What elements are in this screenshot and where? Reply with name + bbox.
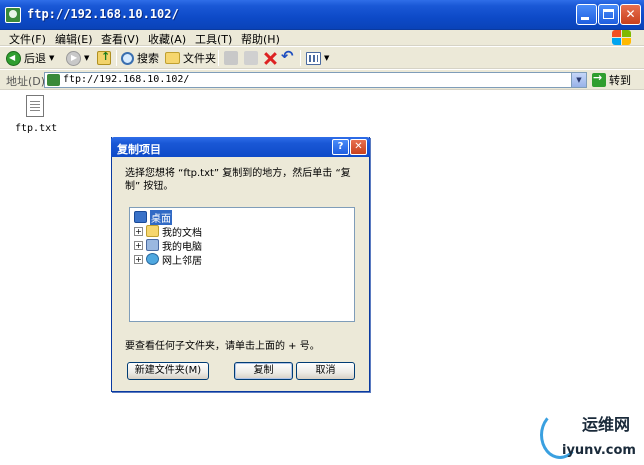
delete-icon: [263, 51, 277, 65]
forward-dropdown-icon[interactable]: ▼: [84, 54, 89, 62]
back-label: 后退: [24, 52, 46, 65]
close-button[interactable]: ✕: [620, 4, 641, 25]
network-places-icon: [146, 253, 159, 265]
ftp-folder-icon: [5, 7, 21, 23]
folder-icon: [165, 52, 180, 64]
dialog-title: 复制项目: [117, 143, 161, 156]
address-value[interactable]: ftp://192.168.10.102/: [63, 74, 189, 85]
expand-icon[interactable]: +: [134, 226, 143, 236]
go-button[interactable]: 转到: [592, 71, 631, 88]
copy-to-button[interactable]: [244, 50, 258, 66]
file-item[interactable]: ftp.txt: [15, 95, 58, 134]
tree-item-label: 我的电脑: [162, 241, 202, 253]
up-folder-icon: [97, 50, 111, 65]
minimize-icon: [581, 17, 589, 20]
copy-items-dialog: 复制项目 ? ✕ 选择您想将 “ftp.txt” 复制到的地方，然后单击 “复制…: [111, 137, 370, 392]
forward-button[interactable]: ▼: [66, 50, 89, 66]
address-input[interactable]: ftp://192.168.10.102/ ▼: [44, 72, 587, 88]
tree-item-label: 桌面: [150, 209, 172, 225]
folders-label: 文件夹: [183, 52, 216, 65]
back-dropdown-icon[interactable]: ▼: [49, 54, 54, 62]
folders-button[interactable]: 文件夹: [165, 50, 216, 66]
move-to-icon: [224, 51, 238, 65]
copy-button[interactable]: 复制: [234, 362, 293, 380]
watermark-en: iyunv.com: [562, 443, 636, 458]
menu-bar: 文件(F) 编辑(E) 查看(V) 收藏(A) 工具(T) 帮助(H): [0, 30, 644, 46]
back-arrow-icon: [6, 50, 21, 66]
undo-icon: [281, 47, 295, 65]
maximize-button[interactable]: [598, 4, 619, 25]
copy-to-icon: [244, 51, 258, 65]
expand-icon[interactable]: +: [134, 254, 143, 264]
watermark-cn: 运维网: [582, 415, 631, 434]
undo-button[interactable]: [281, 47, 295, 66]
move-to-button[interactable]: [224, 50, 238, 66]
views-icon: [306, 51, 321, 65]
delete-button[interactable]: [263, 50, 277, 66]
dialog-hint: 要查看任何子文件夹，请单击上面的 + 号。: [125, 341, 320, 352]
search-label: 搜索: [137, 52, 159, 65]
dialog-instruction: 选择您想将 “ftp.txt” 复制到的地方，然后单击 “复制” 按钮。: [125, 168, 351, 192]
dialog-help-button[interactable]: ?: [332, 139, 349, 155]
my-documents-icon: [146, 225, 159, 237]
title-bar: ftp://192.168.10.102/ ✕: [0, 0, 644, 30]
address-label: 地址(D): [6, 75, 46, 88]
text-file-icon: [26, 95, 44, 117]
new-folder-button[interactable]: 新建文件夹(M): [127, 362, 209, 380]
tree-item-my-documents[interactable]: + 我的文档: [134, 224, 202, 239]
toolbar: 后退 ▼ ▼ 搜索 文件夹 ▼: [0, 47, 644, 69]
tree-item-desktop[interactable]: 桌面: [134, 209, 172, 225]
my-computer-icon: [146, 239, 159, 251]
search-icon: [121, 51, 134, 65]
expand-icon[interactable]: +: [134, 240, 143, 250]
views-dropdown-icon: ▼: [324, 54, 330, 62]
cancel-button[interactable]: 取消: [296, 362, 355, 380]
go-arrow-icon: [592, 71, 606, 87]
menu-file[interactable]: 文件(F): [9, 31, 46, 47]
up-folder-button[interactable]: [97, 50, 111, 66]
address-dropdown-icon[interactable]: ▼: [571, 73, 586, 87]
window-title: ftp://192.168.10.102/: [27, 7, 179, 21]
views-button[interactable]: ▼: [306, 50, 329, 66]
tree-item-label: 网上邻居: [162, 255, 202, 267]
menu-tools[interactable]: 工具(T): [195, 31, 232, 47]
dialog-close-button[interactable]: ✕: [350, 139, 367, 155]
menu-help[interactable]: 帮助(H): [241, 31, 280, 47]
minimize-button[interactable]: [576, 4, 597, 25]
desktop-icon: [134, 211, 147, 223]
tree-item-network-places[interactable]: + 网上邻居: [134, 252, 202, 267]
back-button[interactable]: 后退 ▼: [6, 50, 54, 66]
menu-edit[interactable]: 编辑(E): [55, 31, 93, 47]
menu-favorites[interactable]: 收藏(A): [148, 31, 186, 47]
windows-logo-icon: [612, 30, 634, 46]
menu-view[interactable]: 查看(V): [101, 31, 139, 47]
folder-tree[interactable]: 桌面 + 我的文档 + 我的电脑 + 网上邻居: [129, 207, 355, 322]
maximize-icon: [603, 9, 614, 19]
tree-item-my-computer[interactable]: + 我的电脑: [134, 238, 202, 253]
go-label: 转到: [609, 74, 631, 87]
tree-item-label: 我的文档: [162, 227, 202, 239]
search-button[interactable]: 搜索: [121, 50, 159, 66]
file-name: ftp.txt: [15, 123, 58, 134]
forward-arrow-icon: [66, 50, 81, 66]
watermark: 运维网 iyunv.com: [538, 405, 642, 463]
ftp-folder-icon: [47, 74, 60, 86]
dialog-title-bar: 复制项目 ? ✕: [111, 137, 370, 157]
address-bar: 地址(D) ftp://192.168.10.102/ ▼ 转到: [0, 70, 644, 90]
